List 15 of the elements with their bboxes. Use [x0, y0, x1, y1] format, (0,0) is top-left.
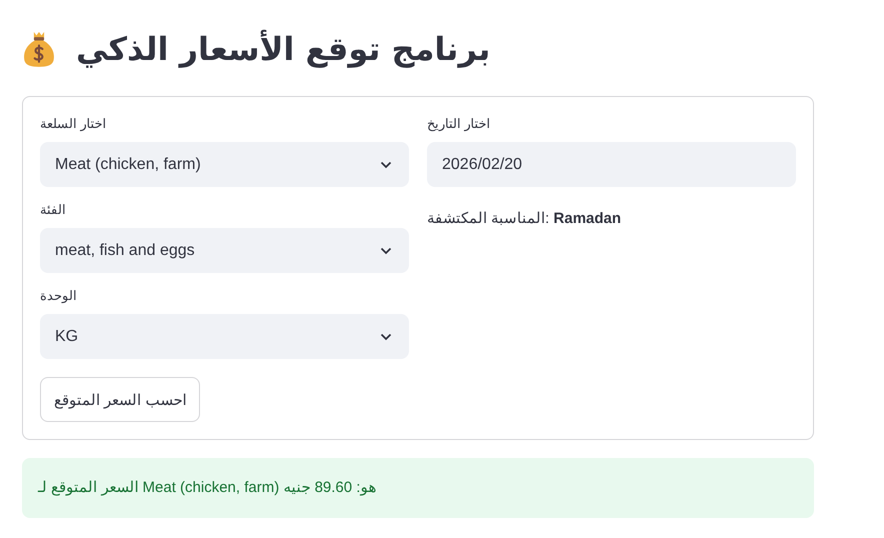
category-dropdown[interactable]: meat, fish and eggs	[40, 228, 409, 273]
result-message: السعر المتوقع لـ Meat (chicken, farm) هو: 89.60 جنيه	[22, 458, 814, 518]
money-bag-icon	[22, 30, 56, 68]
chevron-down-icon	[380, 246, 392, 254]
page-title: برنامج توقع الأسعار الذكي	[76, 30, 490, 68]
commodity-dropdown[interactable]: Meat (chicken, farm)	[40, 142, 409, 187]
chevron-down-icon	[380, 160, 392, 168]
chevron-down-icon	[380, 332, 392, 340]
calculate-button[interactable]: احسب السعر المتوقع	[40, 377, 200, 422]
field-label: اختار السلعة	[40, 115, 107, 133]
field-label: الوحدة	[40, 287, 77, 305]
unit-dropdown[interactable]: KG	[40, 314, 409, 359]
field-label: الفئة	[40, 201, 66, 219]
field-label: اختار التاريخ	[427, 115, 491, 133]
date-input[interactable]: 2026/02/20	[427, 142, 796, 187]
